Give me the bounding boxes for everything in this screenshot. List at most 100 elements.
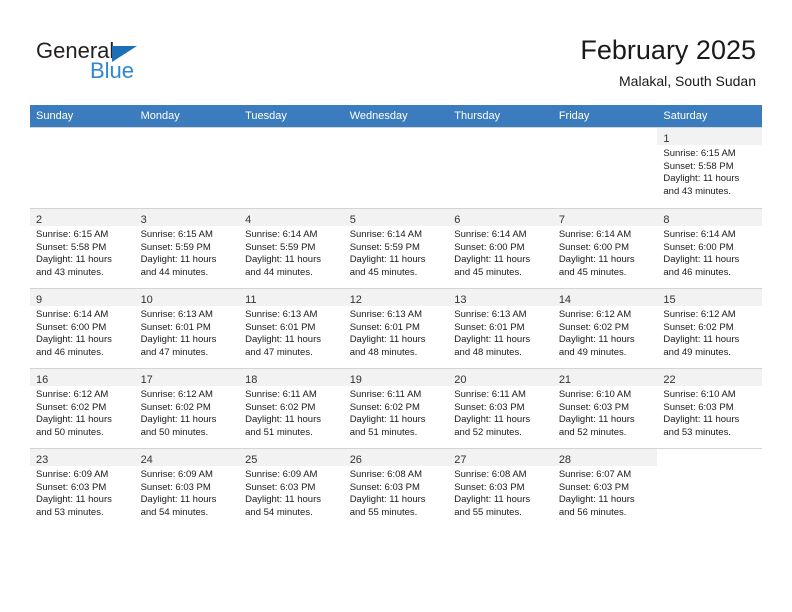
day-cell[interactable]: 27 Sunrise: 6:08 AM Sunset: 6:03 PM Dayligh…: [448, 448, 553, 528]
day-number: 3: [140, 214, 147, 226]
sunrise-text: Sunrise: 6:13 AM: [349, 309, 423, 320]
daylight-text-line1: Daylight: 11 hours: [245, 414, 321, 426]
day-cell[interactable]: 19 Sunrise: 6:11 AM Sunset: 6:02 PM Dayligh…: [343, 368, 449, 448]
sunrise-text: Sunrise: 6:14 AM: [663, 229, 736, 240]
calendar-cell-day-28: 28 Sunrise: 6:07 AM Sunset: 6:03 PM Dayligh…: [552, 448, 658, 529]
calendar-cell-day-17: 17 Sunrise: 6:12 AM Sunset: 6:02 PM Dayligh…: [134, 368, 240, 448]
daylight-text-line1: Daylight: 11 hours: [245, 494, 321, 506]
day-cell[interactable]: 8 Sunrise: 6:14 AM Sunset: 6:00 PM Daylight…: [657, 208, 762, 288]
day-number: 13: [454, 294, 467, 306]
day-cell[interactable]: 18 Sunrise: 6:11 AM Sunset: 6:02 PM Dayligh…: [239, 368, 344, 448]
day-cell[interactable]: 11 Sunrise: 6:13 AM Sunset: 6:01 PM Dayligh…: [239, 288, 344, 368]
sunset-text: Sunset: 5:58 PM: [663, 160, 734, 172]
calendar-cell-day-4: 4 Sunrise: 6:14 AM Sunset: 5:59 PM Daylight…: [239, 208, 344, 288]
sunset-text: Sunset: 6:03 PM: [558, 481, 630, 493]
day-cell[interactable]: 1 Sunrise: 6:15 AM Sunset: 5:58 PM Daylight…: [657, 127, 762, 207]
day-number-bar: 1: [657, 128, 762, 145]
day-cell[interactable]: 6 Sunrise: 6:14 AM Sunset: 6:00 PM Daylight…: [448, 208, 553, 288]
day-number: 2: [36, 214, 43, 226]
daylight-text-line1: Daylight: 11 hours: [140, 254, 217, 266]
day-number-bar: 21: [552, 369, 658, 386]
day-cell[interactable]: 17 Sunrise: 6:12 AM Sunset: 6:02 PM Dayligh…: [134, 368, 240, 448]
sunset-text: Sunset: 6:01 PM: [349, 321, 420, 333]
calendar-cell-empty: [657, 448, 762, 529]
day-number-bar: 8: [657, 209, 762, 226]
day-cell[interactable]: 3 Sunrise: 6:15 AM Sunset: 5:59 PM Daylight…: [134, 208, 240, 288]
day-number-bar: 12: [343, 289, 449, 306]
day-cell[interactable]: 2 Sunrise: 6:15 AM Sunset: 5:58 PM Daylight…: [30, 208, 135, 288]
day-number: 28: [558, 454, 572, 466]
calendar-cell-empty: [552, 127, 658, 208]
daylight-text-line1: Daylight: 11 hours: [349, 254, 426, 266]
sunset-text: Sunset: 6:00 PM: [663, 241, 734, 253]
day-cell[interactable]: 24 Sunrise: 6:09 AM Sunset: 6:03 PM Dayligh…: [134, 448, 240, 528]
day-cell[interactable]: 22 Sunrise: 6:10 AM Sunset: 6:03 PM Dayligh…: [657, 368, 762, 448]
day-info: Sunrise: 6:14 AM Sunset: 6:00 PM Daylight:…: [657, 226, 762, 279]
weekday-header-saturday: Saturday: [657, 105, 762, 127]
day-number-bar: 2: [30, 209, 135, 226]
day-number: 15: [663, 294, 676, 306]
day-cell[interactable]: 13 Sunrise: 6:13 AM Sunset: 6:01 PM Dayligh…: [448, 288, 553, 368]
daylight-text-line1: Daylight: 11 hours: [36, 494, 112, 506]
sunrise-text: Sunrise: 6:11 AM: [349, 389, 422, 400]
sunrise-text: Sunrise: 6:12 AM: [558, 309, 632, 320]
day-cell[interactable]: 14 Sunrise: 6:12 AM Sunset: 6:02 PM Dayligh…: [552, 288, 658, 368]
day-info: Sunrise: 6:09 AM Sunset: 6:03 PM Daylight:…: [135, 466, 240, 519]
weekday-header-sunday: Sunday: [30, 105, 135, 127]
calendar-cell-day-12: 12 Sunrise: 6:13 AM Sunset: 6:01 PM Dayligh…: [343, 288, 449, 368]
day-cell[interactable]: 10 Sunrise: 6:13 AM Sunset: 6:01 PM Dayligh…: [134, 288, 240, 368]
day-info: Sunrise: 6:11 AM Sunset: 6:03 PM Daylight:…: [448, 386, 553, 439]
sunset-text: Sunset: 6:03 PM: [36, 481, 107, 493]
daylight-text-line1: Daylight: 11 hours: [36, 334, 112, 346]
day-number-bar: 28: [552, 449, 658, 466]
empty-day-cell: [657, 448, 762, 529]
calendar-cell-day-25: 25 Sunrise: 6:09 AM Sunset: 6:03 PM Dayligh…: [239, 448, 344, 529]
day-number-bar: 10: [134, 289, 240, 306]
daylight-text-line1: Daylight: 11 hours: [558, 254, 635, 266]
daylight-text-line1: Daylight: 11 hours: [663, 414, 740, 426]
day-cell[interactable]: 26 Sunrise: 6:08 AM Sunset: 6:03 PM Dayligh…: [343, 448, 449, 528]
day-info: Sunrise: 6:11 AM Sunset: 6:02 PM Daylight:…: [239, 386, 344, 439]
day-info: Sunrise: 6:11 AM Sunset: 6:02 PM Daylight:…: [344, 386, 449, 439]
day-cell[interactable]: 23 Sunrise: 6:09 AM Sunset: 6:03 PM Dayligh…: [30, 448, 135, 528]
day-cell[interactable]: 12 Sunrise: 6:13 AM Sunset: 6:01 PM Dayligh…: [343, 288, 449, 368]
calendar-cell-day-10: 10 Sunrise: 6:13 AM Sunset: 6:01 PM Dayligh…: [134, 288, 240, 368]
empty-day-cell: [30, 127, 135, 208]
daylight-text-line1: Daylight: 11 hours: [140, 414, 217, 426]
sunrise-text: Sunrise: 6:15 AM: [663, 148, 736, 159]
daylight-text-line2: and 55 minutes.: [349, 506, 418, 518]
calendar-cell-day-19: 19 Sunrise: 6:11 AM Sunset: 6:02 PM Dayligh…: [343, 368, 449, 448]
day-cell[interactable]: 15 Sunrise: 6:12 AM Sunset: 6:02 PM Dayligh…: [657, 288, 762, 368]
day-cell[interactable]: 28 Sunrise: 6:07 AM Sunset: 6:03 PM Dayligh…: [552, 448, 658, 528]
weekday-header-row: Sunday Monday Tuesday Wednesday Thursday…: [30, 105, 762, 127]
day-cell[interactable]: 4 Sunrise: 6:14 AM Sunset: 5:59 PM Daylight…: [239, 208, 344, 288]
day-number-bar: 9: [30, 289, 135, 306]
daylight-text-line1: Daylight: 11 hours: [349, 494, 426, 506]
calendar-week-row: 2 Sunrise: 6:15 AM Sunset: 5:58 PM Daylight…: [30, 208, 762, 288]
day-number: 4: [245, 214, 252, 226]
day-cell[interactable]: 21 Sunrise: 6:10 AM Sunset: 6:03 PM Dayligh…: [552, 368, 658, 448]
day-cell[interactable]: 9 Sunrise: 6:14 AM Sunset: 6:00 PM Daylight…: [30, 288, 135, 368]
day-cell[interactable]: 20 Sunrise: 6:11 AM Sunset: 6:03 PM Dayligh…: [448, 368, 553, 448]
day-cell[interactable]: 7 Sunrise: 6:14 AM Sunset: 6:00 PM Daylight…: [552, 208, 658, 288]
day-number-bar: 6: [448, 209, 553, 226]
sunrise-text: Sunrise: 6:15 AM: [140, 229, 213, 240]
calendar-cell-day-16: 16 Sunrise: 6:12 AM Sunset: 6:02 PM Dayligh…: [30, 368, 135, 448]
calendar-cell-day-5: 5 Sunrise: 6:14 AM Sunset: 5:59 PM Daylight…: [343, 208, 449, 288]
day-cell[interactable]: 5 Sunrise: 6:14 AM Sunset: 5:59 PM Daylight…: [343, 208, 449, 288]
daylight-text-line2: and 49 minutes.: [558, 346, 627, 358]
weekday-header-tuesday: Tuesday: [239, 105, 344, 127]
day-number: 1: [663, 133, 670, 145]
sunrise-text: Sunrise: 6:13 AM: [454, 309, 527, 320]
day-cell[interactable]: 16 Sunrise: 6:12 AM Sunset: 6:02 PM Dayligh…: [30, 368, 135, 448]
daylight-text-line2: and 45 minutes.: [349, 266, 418, 278]
daylight-text-line1: Daylight: 11 hours: [663, 334, 740, 346]
sunset-text: Sunset: 6:03 PM: [349, 481, 420, 493]
day-cell[interactable]: 25 Sunrise: 6:09 AM Sunset: 6:03 PM Dayligh…: [239, 448, 344, 528]
day-number-bar: 25: [239, 449, 344, 466]
day-number-bar: 22: [657, 369, 762, 386]
sunrise-text: Sunrise: 6:12 AM: [36, 389, 109, 400]
day-info: Sunrise: 6:09 AM Sunset: 6:03 PM Daylight:…: [239, 466, 344, 519]
calendar-cell-day-21: 21 Sunrise: 6:10 AM Sunset: 6:03 PM Dayligh…: [552, 368, 658, 448]
day-number: 12: [349, 294, 362, 306]
